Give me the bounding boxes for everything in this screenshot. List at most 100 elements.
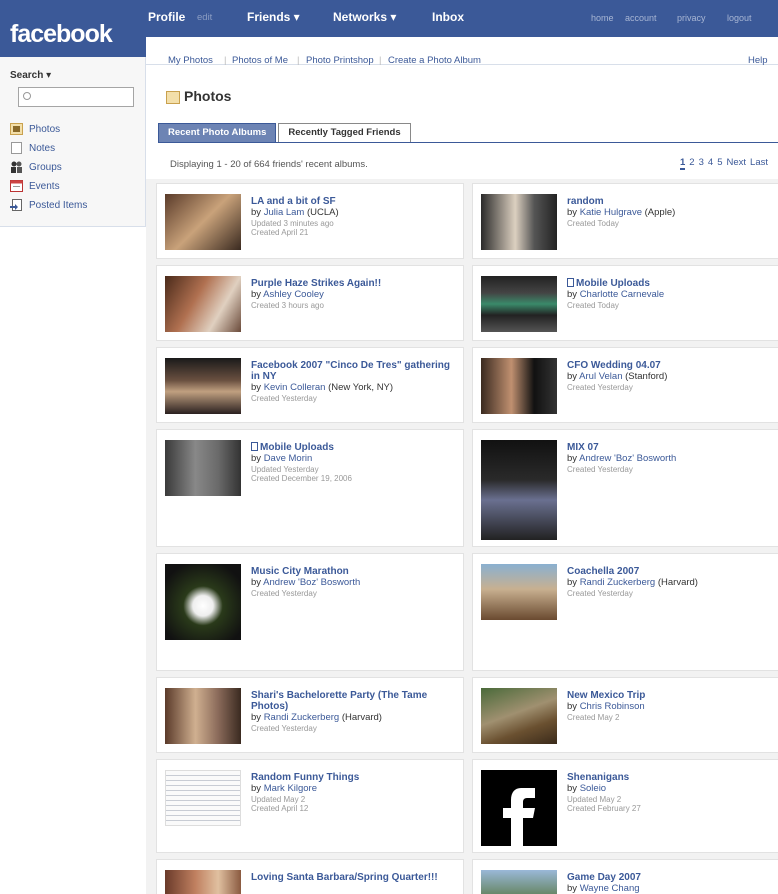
nav-friends[interactable]: Friends ▾ <box>247 10 300 24</box>
album-title[interactable]: Mobile Uploads <box>251 442 459 453</box>
album-title[interactable]: Shenanigans <box>567 772 775 783</box>
album-owner-link[interactable]: Andrew 'Boz' Bosworth <box>263 577 360 588</box>
album-title[interactable]: Loving Santa Barbara/Spring Quarter!!! <box>251 872 459 883</box>
album-thumbnail[interactable] <box>481 870 557 894</box>
album-thumbnail[interactable] <box>481 440 557 540</box>
album-thumbnail[interactable] <box>165 440 241 496</box>
album-owner-link[interactable]: Julia Lam <box>264 207 305 218</box>
album-owner-link[interactable]: Wayne Chang <box>580 883 640 894</box>
nav-profile-edit[interactable]: edit <box>197 12 212 23</box>
page-link-2[interactable]: 2 <box>689 157 694 170</box>
album-card[interactable]: Music City Marathon by Andrew 'Boz' Bosw… <box>156 553 464 671</box>
tab-recently-tagged-friends[interactable]: Recently Tagged Friends <box>278 123 411 143</box>
album-meta: Created Today <box>567 301 619 310</box>
sidebar-item-notes[interactable]: Notes <box>10 139 55 157</box>
album-card[interactable]: Game Day 2007 by Wayne Chang <box>472 859 778 894</box>
sidebar-item-events[interactable]: Events <box>10 177 60 195</box>
album-thumbnail[interactable] <box>165 688 241 744</box>
album-title-text[interactable]: Mobile Uploads <box>576 278 650 289</box>
album-card[interactable]: Mobile Uploads by Charlotte Carnevale Cr… <box>472 265 778 341</box>
album-thumbnail[interactable] <box>481 194 557 250</box>
nav-home[interactable]: home <box>591 13 614 23</box>
page-link-next[interactable]: Next <box>726 157 746 170</box>
album-title[interactable]: random <box>567 196 775 207</box>
album-title[interactable]: Game Day 2007 <box>567 872 775 883</box>
facebook-logo[interactable]: facebook <box>10 20 113 49</box>
sidebar-item-photos[interactable]: Photos <box>10 120 60 138</box>
album-owner-link[interactable]: Andrew 'Boz' Bosworth <box>579 453 676 464</box>
album-thumbnail[interactable] <box>481 564 557 620</box>
album-title[interactable]: Coachella 2007 <box>567 566 775 577</box>
nav-logout[interactable]: logout <box>727 13 752 23</box>
nav-networks[interactable]: Networks ▾ <box>333 10 396 24</box>
album-title[interactable]: Random Funny Things <box>251 772 459 783</box>
album-owner-link[interactable]: Ashley Cooley <box>263 289 324 300</box>
nav-inbox[interactable]: Inbox <box>432 10 464 24</box>
album-card[interactable]: MIX 07 by Andrew 'Boz' Bosworth Created … <box>472 429 778 547</box>
album-card[interactable]: LA and a bit of SF by Julia Lam (UCLA) U… <box>156 183 464 259</box>
album-title[interactable]: New Mexico Trip <box>567 690 775 701</box>
sidebar-item-posted-items[interactable]: Posted Items <box>10 196 87 214</box>
album-title[interactable]: CFO Wedding 04.07 <box>567 360 775 371</box>
by-label: by <box>251 712 262 723</box>
album-card[interactable]: CFO Wedding 04.07 by Arul Velan (Stanfor… <box>472 347 778 423</box>
album-title[interactable]: Purple Haze Strikes Again!! <box>251 278 459 289</box>
album-card[interactable]: Mobile Uploads by Dave Morin Updated Yes… <box>156 429 464 547</box>
album-owner-link[interactable]: Soleio <box>580 783 606 794</box>
by-label: by <box>251 382 262 393</box>
page-link-5[interactable]: 5 <box>717 157 722 170</box>
album-owner-link[interactable]: Randi Zuckerberg <box>580 577 656 588</box>
by-label: by <box>567 453 578 464</box>
album-meta: Updated Yesterday <box>251 465 319 474</box>
album-owner-link[interactable]: Randi Zuckerberg <box>264 712 340 723</box>
album-card[interactable]: random by Katie Hulgrave (Apple) Created… <box>472 183 778 259</box>
album-title[interactable]: Music City Marathon <box>251 566 459 577</box>
album-card[interactable]: Shari's Bachelorette Party (The Tame Pho… <box>156 677 464 753</box>
album-title-text[interactable]: Mobile Uploads <box>260 442 334 453</box>
album-card[interactable]: Facebook 2007 "Cinco De Tres" gathering … <box>156 347 464 423</box>
page-link-1[interactable]: 1 <box>680 157 686 170</box>
facebook-f-image <box>503 788 535 846</box>
album-card[interactable]: Shenanigans by Soleio Updated May 2 Crea… <box>472 759 778 853</box>
album-owner-link[interactable]: Mark Kilgore <box>264 783 317 794</box>
page-link-3[interactable]: 3 <box>699 157 704 170</box>
sidebar-item-groups[interactable]: Groups <box>10 158 62 176</box>
by-label: by <box>251 453 262 464</box>
search-input[interactable] <box>18 87 134 107</box>
nav-profile[interactable]: Profile <box>148 10 185 24</box>
nav-privacy[interactable]: privacy <box>677 13 706 23</box>
album-title[interactable]: Facebook 2007 "Cinco De Tres" gathering … <box>251 360 459 382</box>
album-thumbnail[interactable] <box>481 770 557 846</box>
album-thumbnail[interactable] <box>165 194 241 250</box>
album-owner-link[interactable]: Arul Velan <box>579 371 622 382</box>
nav-account[interactable]: account <box>625 13 657 23</box>
album-thumbnail[interactable] <box>165 770 241 826</box>
page-link-last[interactable]: Last <box>750 157 768 170</box>
tab-recent-photo-albums[interactable]: Recent Photo Albums <box>158 123 277 143</box>
album-thumbnail[interactable] <box>481 688 557 744</box>
search-label[interactable]: Search ▾ <box>10 70 51 81</box>
album-owner-link[interactable]: Dave Morin <box>264 453 313 464</box>
album-card[interactable]: New Mexico Trip by Chris Robinson Create… <box>472 677 778 753</box>
album-owner-link[interactable]: Chris Robinson <box>580 701 645 712</box>
album-card[interactable]: Purple Haze Strikes Again!! by Ashley Co… <box>156 265 464 341</box>
album-card[interactable]: Random Funny Things by Mark Kilgore Upda… <box>156 759 464 853</box>
album-title[interactable]: MIX 07 <box>567 442 775 453</box>
album-owner-link[interactable]: Kevin Colleran <box>264 382 326 393</box>
album-meta: Created April 21 <box>251 228 309 237</box>
album-thumbnail[interactable] <box>481 358 557 414</box>
album-card[interactable]: Coachella 2007 by Randi Zuckerberg (Harv… <box>472 553 778 671</box>
album-title[interactable]: Mobile Uploads <box>567 278 775 289</box>
album-title[interactable]: LA and a bit of SF <box>251 196 459 207</box>
album-thumbnail[interactable] <box>165 276 241 332</box>
album-owner-link[interactable]: Katie Hulgrave <box>580 207 642 218</box>
album-thumbnail[interactable] <box>481 276 557 332</box>
album-thumbnail[interactable] <box>165 870 241 894</box>
album-title[interactable]: Shari's Bachelorette Party (The Tame Pho… <box>251 690 459 712</box>
album-owner-link[interactable]: Charlotte Carnevale <box>580 289 665 300</box>
album-thumbnail[interactable] <box>165 358 241 414</box>
page-link-4[interactable]: 4 <box>708 157 713 170</box>
album-card[interactable]: Loving Santa Barbara/Spring Quarter!!! <box>156 859 464 894</box>
logo-bar: facebook <box>0 0 146 57</box>
album-thumbnail[interactable] <box>165 564 241 640</box>
